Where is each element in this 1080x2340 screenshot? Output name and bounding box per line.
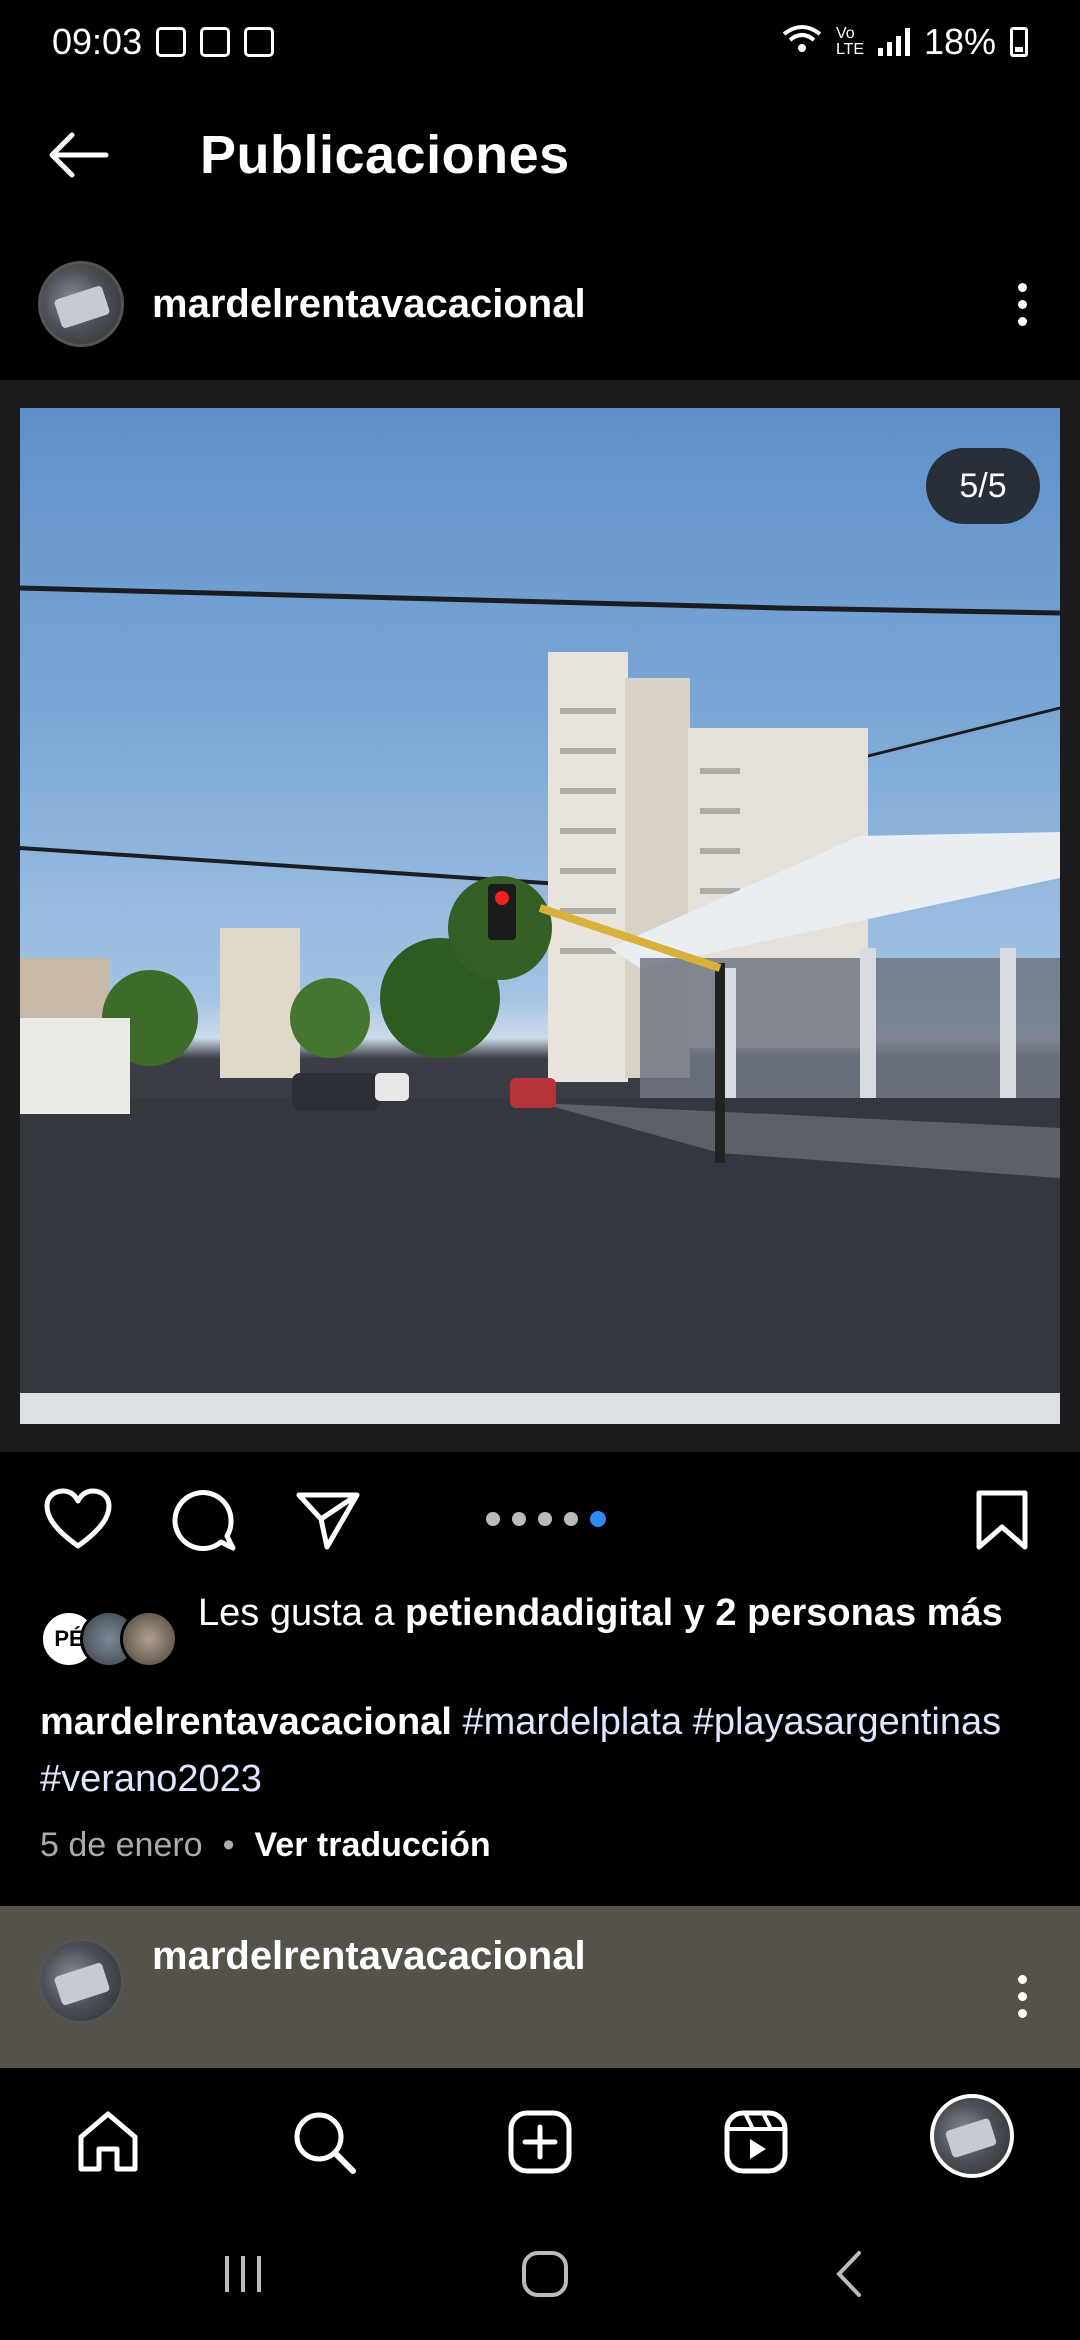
likes-user[interactable]: petiendadigital <box>405 1592 673 1634</box>
more-dot <box>1017 1991 1027 2001</box>
more-options-button[interactable] <box>1002 274 1042 334</box>
caption-username[interactable]: mardelrentavacacional <box>40 1701 452 1743</box>
nav-create[interactable] <box>502 2104 578 2180</box>
post-header: mardelrentavacacional <box>0 258 1080 350</box>
comment-button[interactable] <box>163 1480 243 1560</box>
more-dot <box>1017 1974 1027 1984</box>
check-notification-icon <box>244 27 275 57</box>
home-icon <box>78 2111 138 2172</box>
status-left: 09:03 <box>52 21 275 63</box>
share-button[interactable] <box>288 1480 368 1560</box>
signal-icon <box>877 28 910 56</box>
avatar[interactable] <box>38 261 124 347</box>
reels-icon <box>724 2110 788 2174</box>
carousel-dot-active <box>590 1511 606 1527</box>
liker-avatars: PÉ <box>40 1610 180 1670</box>
calendar-notification-icon <box>200 27 231 57</box>
gallery-notification-icon <box>156 27 187 57</box>
likes-summary[interactable]: PÉ Les gusta a petiendadigital y 2 perso… <box>40 1588 1050 1670</box>
battery-icon <box>1010 27 1028 57</box>
status-time: 09:03 <box>52 21 143 62</box>
back-system-button[interactable] <box>814 2244 884 2304</box>
status-bar: 09:03 Vo LTE 18% <box>0 0 1080 84</box>
more-dot <box>1017 316 1027 326</box>
status-right: Vo LTE 18% <box>782 21 1028 63</box>
battery-percent: 18% <box>923 21 996 62</box>
more-options-button[interactable] <box>1002 1966 1042 2026</box>
back-button[interactable] <box>38 115 118 195</box>
carousel-dot <box>538 1512 552 1526</box>
chevron-left-icon <box>836 2251 861 2297</box>
carousel-indicator <box>486 1511 606 1527</box>
home-system-button[interactable] <box>510 2244 580 2304</box>
likes-suffix[interactable]: y 2 personas más <box>673 1592 1003 1634</box>
nav-search[interactable] <box>286 2104 362 2180</box>
avatar[interactable] <box>38 1938 124 2024</box>
wifi-icon <box>782 21 822 63</box>
post-caption: mardelrentavacacional #mardelplata #play… <box>40 1694 1050 1808</box>
carousel-dot <box>486 1512 500 1526</box>
bookmark-icon <box>976 1490 1028 1550</box>
post-username[interactable]: mardelrentavacacional <box>152 282 1002 327</box>
image-counter: 5/5 <box>926 448 1040 524</box>
more-dot <box>1017 282 1027 292</box>
page-title: Publicaciones <box>200 125 570 185</box>
likes-text: Les gusta a petiendadigital y 2 personas… <box>198 1588 1003 1670</box>
arrow-left-icon <box>49 132 109 178</box>
carousel-dot <box>564 1512 578 1526</box>
likes-prefix: Les gusta a <box>198 1592 406 1634</box>
post-date: 5 de enero <box>40 1826 203 1864</box>
more-dot <box>1017 2008 1027 2018</box>
recent-apps-icon <box>225 2256 261 2292</box>
like-button[interactable] <box>38 1480 118 1560</box>
comment-icon <box>172 1490 236 1551</box>
home-circle-icon <box>522 2251 568 2297</box>
nav-home[interactable] <box>70 2104 146 2180</box>
search-icon <box>294 2112 356 2174</box>
meta-separator: • <box>222 1826 235 1864</box>
network-type: Vo LTE <box>835 25 865 58</box>
post-actions <box>0 1480 1080 1560</box>
nav-profile-avatar[interactable] <box>930 2094 1014 2178</box>
more-dot <box>1017 299 1027 309</box>
save-button[interactable] <box>962 1480 1042 1560</box>
carousel-dot <box>512 1512 526 1526</box>
heart-icon <box>44 1488 112 1549</box>
post-media-frame: 5/5 <box>0 380 1080 1452</box>
next-post-username[interactable]: mardelrentavacacional <box>152 1934 1002 1979</box>
create-icon <box>508 2110 572 2174</box>
recent-apps-button[interactable] <box>208 2244 278 2304</box>
street-scene-image <box>20 585 1060 1424</box>
translate-link[interactable]: Ver traducción <box>255 1826 491 1865</box>
bottom-nav <box>0 2068 1080 2208</box>
nav-reels[interactable] <box>718 2104 794 2180</box>
post-meta: 5 de enero • Ver traducción <box>40 1826 491 1865</box>
top-bar: Publicaciones <box>0 100 1080 210</box>
post-photo[interactable]: 5/5 <box>20 408 1060 1424</box>
system-nav-bar <box>0 2208 1080 2340</box>
send-icon <box>296 1492 360 1550</box>
liker-avatar <box>120 1610 178 1668</box>
next-post-header: mardelrentavacacional <box>0 1906 1080 2068</box>
